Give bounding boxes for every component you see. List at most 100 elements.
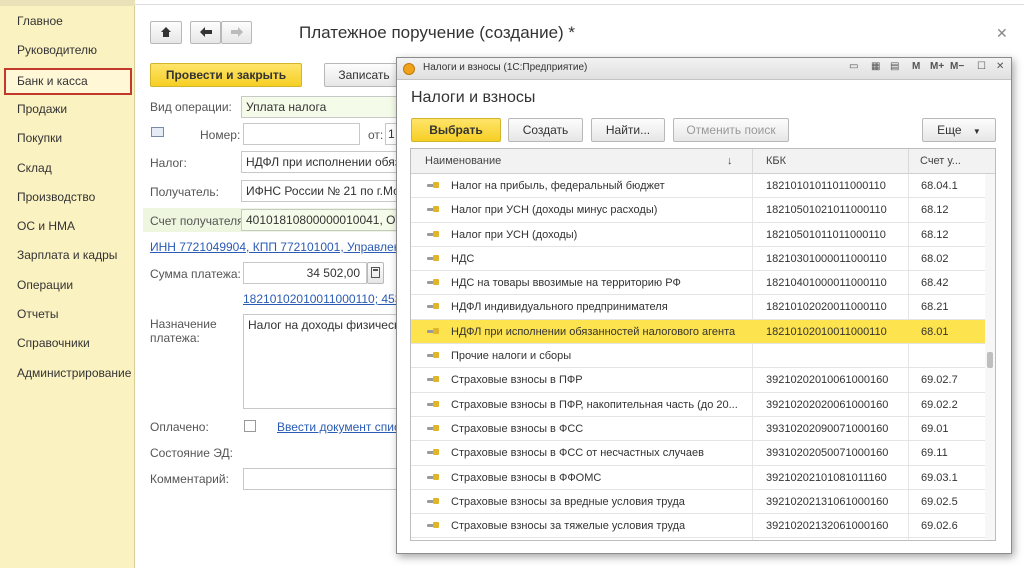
inn-kpp-link[interactable]: ИНН 7721049904, КПП 772101001, Управлени… [150,240,400,254]
row-account-cell: 68.12 [921,228,949,241]
link-icon[interactable]: ▭ [849,61,858,72]
taxes-table: Наименование ↓ КБК Счет у... Налог на пр… [410,148,996,541]
select-button[interactable]: Выбрать [411,118,501,142]
table-row[interactable]: НДФЛ индивидуального предпринимателя 1821… [411,295,985,320]
more-button[interactable]: Еще ▼ [922,118,996,142]
row-name-cell: Страховые взносы в ФСС [451,422,584,435]
save-button[interactable]: Записать [324,63,404,87]
table-row[interactable]: Страховые взносы за тяжелые условия труд… [411,514,985,539]
table-row[interactable]: Налог при УСН (доходы минус расходы) 1821… [411,198,985,223]
recipient-account-field[interactable]: 40101810800000010041, ОТДЕ [241,209,401,231]
operation-field[interactable]: Уплата налога [241,96,401,118]
row-account-cell: 68.02 [921,252,949,265]
chevron-down-icon: ▼ [972,127,981,136]
operation-label: Вид операции: [150,100,232,114]
sidebar-item-payroll[interactable]: Зарплата и кадры [4,242,132,269]
table-row[interactable]: НДФЛ при исполнении обязанностей налогов… [411,319,985,345]
row-kbk-cell: 39310202090071000160 [766,422,889,435]
dialog-window-title: Налоги и взносы (1С:Предприятие) [423,62,588,73]
row-account-cell: 68.01 [921,325,949,338]
purpose-field[interactable]: Налог на доходы физических [243,314,401,409]
tax-item-icon [427,230,439,238]
row-name-cell: Страховые взносы в ПФР, накопительная ча… [451,398,738,411]
forward-button[interactable] [221,21,252,44]
table-row[interactable]: НДС на товары ввозимые на территорию РФ 1… [411,271,985,296]
table-scrollbar[interactable] [985,174,995,540]
row-account-cell: 69.02.5 [921,495,958,508]
sidebar-item-management[interactable]: Руководителю [4,37,132,64]
sidebar-item-catalogs[interactable]: Справочники [4,330,132,357]
create-button[interactable]: Создать [508,118,583,142]
find-button[interactable]: Найти... [591,118,665,142]
row-kbk-cell: 39210202020061000160 [766,398,889,411]
sidebar-item-reports[interactable]: Отчеты [4,301,132,328]
number-field[interactable] [243,123,360,145]
table-row[interactable]: Страховые взносы за вредные условия труд… [411,490,985,515]
table-row[interactable]: Налог на прибыль, федеральный бюджет 1821… [411,174,985,199]
sidebar-item-main[interactable]: Главное [4,8,132,35]
row-name-cell: Страховые взносы в ПФР [451,374,583,387]
sidebar-item-bank-cash[interactable]: Банк и касса [4,68,132,95]
amount-field[interactable]: 34 502,00 [243,262,367,284]
kbk-link[interactable]: 18210102010011000110; 45392 [243,292,401,306]
comment-field[interactable] [243,468,401,490]
sidebar-item-operations[interactable]: Операции [4,272,132,299]
table-row[interactable]: Страховые взносы в ФФОМС 3921020210108101… [411,466,985,490]
row-account-cell: 69.02.7 [921,374,958,387]
sort-arrow-icon[interactable]: ↓ [727,155,733,167]
dialog-title: Налоги и взносы [411,89,536,106]
table-row[interactable]: Страховые взносы в ФСС от несчастных слу… [411,441,985,466]
memory-minus-button[interactable]: M− [950,61,964,72]
sidebar-item-production[interactable]: Производство [4,184,132,211]
enter-writeoff-link[interactable]: Ввести документ списа [277,420,401,434]
row-account-cell: 69.01 [921,422,949,435]
post-and-close-button[interactable]: Провести и закрыть [150,63,302,87]
paid-checkbox[interactable] [244,420,256,432]
sidebar-item-purchases[interactable]: Покупки [4,125,132,152]
table-row[interactable]: Налог при УСН (доходы) 182105010110110001… [411,223,985,247]
sidebar-item-warehouse[interactable]: Склад [4,155,132,182]
home-button[interactable] [150,21,182,44]
calculator-icon [371,267,380,278]
purpose-label-line2: платежа: [150,331,200,345]
tax-field[interactable]: НДФЛ при исполнении обязан [241,151,401,173]
sidebar-item-fixed-assets[interactable]: ОС и НМА [4,213,132,240]
calculator-small-icon[interactable]: ▤ [890,61,899,72]
calculator-button[interactable] [367,262,384,284]
arrow-right-icon [230,27,243,37]
table-row[interactable]: Страховые взносы в ПФР 392102020100610001… [411,368,985,393]
tax-item-icon [427,303,439,310]
back-button[interactable] [190,21,221,44]
row-name-cell: НДС на товары ввозимые на территорию РФ [451,277,681,290]
sidebar-item-sales[interactable]: Продажи [4,96,132,123]
taxes-dialog: Налоги и взносы (1С:Предприятие) ▭ ▦ ▤ M… [396,57,1012,554]
app-1c-icon [403,63,415,75]
row-kbk-cell: 39210202132061000160 [766,520,889,533]
close-icon[interactable]: ✕ [996,25,1008,42]
scrollbar-thumb[interactable] [987,352,993,368]
tax-item-icon [427,400,439,408]
calendar-icon[interactable]: ▦ [871,61,880,72]
tax-item-icon [427,254,439,262]
row-kbk-cell: 39210202010061000160 [766,374,889,387]
memory-plus-button[interactable]: M+ [930,61,944,72]
table-row[interactable]: Прочие налоги и сборы [411,344,985,369]
dialog-titlebar: Налоги и взносы (1С:Предприятие) ▭ ▦ ▤ M… [397,58,1011,80]
tax-label: Налог: [150,156,187,170]
recipient-field[interactable]: ИФНС России № 21 по г.Моск [241,180,401,202]
column-header-account[interactable]: Счет у... [920,155,961,167]
cancel-search-button[interactable]: Отменить поиск [673,118,789,142]
table-row[interactable]: Страховые взносы в ПФР, накопительная ча… [411,393,985,417]
more-label: Еще [937,123,962,137]
row-kbk-cell: 39210202131061000160 [766,495,889,508]
maximize-icon[interactable]: ☐ [977,61,986,72]
column-header-kbk[interactable]: КБК [766,155,786,167]
close-window-icon[interactable]: ✕ [996,61,1004,72]
sidebar-item-administration[interactable]: Администрирование [4,360,132,387]
date-label: от: [368,128,384,142]
table-row[interactable]: Страховые взносы в ФСС 393102020900710001… [411,417,985,442]
row-kbk-cell: 18210301000011000110 [766,252,887,265]
column-header-name[interactable]: Наименование [425,155,501,167]
memory-m-button[interactable]: M [912,61,920,72]
table-row[interactable]: НДС 18210301000011000110 68.02 [411,247,985,272]
